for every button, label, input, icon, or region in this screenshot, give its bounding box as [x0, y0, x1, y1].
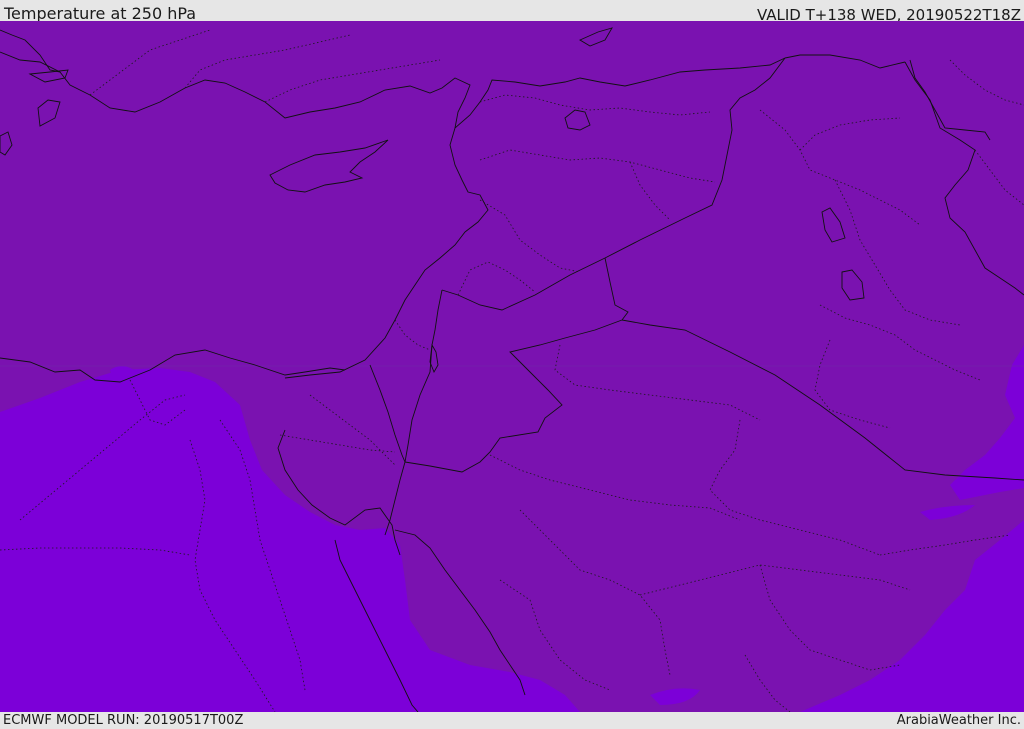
- model-run-label: ECMWF MODEL RUN: 20190517T00Z: [3, 713, 244, 728]
- footer-bar: ECMWF MODEL RUN: 20190517T00Z ArabiaWeat…: [0, 712, 1024, 729]
- credit-label: ArabiaWeather Inc.: [896, 713, 1021, 728]
- map-canvas: [0, 21, 1024, 712]
- map-figure: Temperature at 250 hPa VALID T+138 WED, …: [0, 0, 1024, 729]
- header-bar: Temperature at 250 hPa VALID T+138 WED, …: [0, 0, 1024, 24]
- map-svg: [0, 21, 1024, 712]
